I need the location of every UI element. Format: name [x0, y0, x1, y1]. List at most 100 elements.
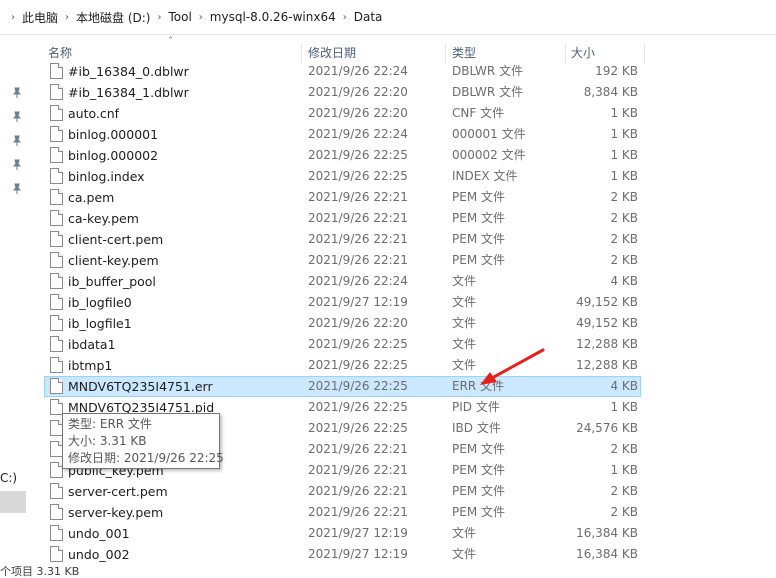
file-icon [50, 273, 63, 289]
file-size: 192 KB [595, 64, 638, 78]
tooltip-date: 修改日期: 2021/9/26 22:25 [68, 451, 224, 465]
chevron-right-icon[interactable]: › [157, 12, 161, 23]
file-type: 文件 [452, 547, 477, 561]
file-type: 文件 [452, 316, 477, 330]
table-row-selected[interactable]: MNDV6TQ235I4751.err 2021/9/26 22:25 ERR 文件… [44, 376, 641, 397]
file-size: 2 KB [610, 442, 638, 456]
file-icon [50, 357, 63, 373]
annotation-arrow [480, 348, 545, 385]
file-modified: 2021/9/26 22:25 [308, 421, 408, 435]
file-icon [50, 126, 63, 142]
file-icon [50, 525, 63, 541]
file-name: ibdata1 [68, 337, 116, 352]
file-icon [50, 168, 63, 184]
file-modified: 2021/9/26 22:21 [308, 505, 408, 519]
file-modified: 2021/9/26 22:25 [308, 400, 408, 414]
file-modified: 2021/9/26 22:20 [308, 316, 408, 330]
file-type: DBLWR 文件 [452, 85, 524, 99]
file-type: 000002 文件 [452, 148, 526, 162]
breadcrumb-local-disk-d[interactable]: 本地磁盘 (D:) [76, 9, 150, 26]
address-bar[interactable]: › 此电脑 › 本地磁盘 (D:) › Tool › mysql-8.0.26-… [0, 0, 776, 35]
file-name: client-cert.pem [68, 232, 164, 247]
file-icon [50, 546, 63, 562]
table-row[interactable]: ib_buffer_pool 2021/9/26 22:24 文件 4 KB [44, 271, 641, 292]
file-name: binlog.000001 [68, 127, 159, 142]
tooltip-type: 类型: ERR 文件 [68, 417, 152, 431]
file-size: 12,288 KB [576, 358, 638, 372]
table-row[interactable]: ca.pem 2021/9/26 22:21 PEM 文件 2 KB [44, 187, 641, 208]
file-size: 16,384 KB [576, 547, 638, 561]
file-icon [50, 210, 63, 226]
chevron-right-icon[interactable]: › [343, 12, 347, 23]
table-row[interactable]: ib_logfile0 2021/9/27 12:19 文件 49,152 KB [44, 292, 641, 313]
file-modified: 2021/9/26 22:24 [308, 127, 408, 141]
file-size: 8,384 KB [583, 85, 638, 99]
file-icon [50, 231, 63, 247]
file-icon [50, 252, 63, 268]
table-row[interactable]: ca-key.pem 2021/9/26 22:21 PEM 文件 2 KB [44, 208, 641, 229]
file-modified: 2021/9/26 22:25 [308, 148, 408, 162]
tooltip-size: 大小: 3.31 KB [68, 434, 147, 448]
table-row[interactable]: ibdata1 2021/9/26 22:25 文件 12,288 KB [44, 334, 641, 355]
chevron-right-icon[interactable]: › [199, 12, 203, 23]
table-row[interactable]: binlog.index 2021/9/26 22:25 INDEX 文件 1 KB [44, 166, 641, 187]
file-name: ibtmp1 [68, 358, 113, 373]
file-modified: 2021/9/26 22:21 [308, 253, 408, 267]
file-name: server-cert.pem [68, 484, 168, 499]
file-list[interactable]: #ib_16384_0.dblwr 2021/9/26 22:24 DBLWR 文件… [0, 60, 776, 575]
table-row[interactable]: undo_002 2021/9/27 12:19 文件 16,384 KB [44, 544, 641, 565]
file-size: 12,288 KB [576, 337, 638, 351]
file-modified: 2021/9/26 22:21 [308, 484, 408, 498]
file-type: CNF 文件 [452, 106, 505, 120]
file-size: 2 KB [610, 232, 638, 246]
file-size: 49,152 KB [576, 316, 638, 330]
table-row[interactable]: ib_logfile1 2021/9/26 22:20 文件 49,152 KB [44, 313, 641, 334]
file-type: 文件 [452, 526, 477, 540]
file-name: undo_001 [68, 526, 130, 541]
table-row[interactable]: #ib_16384_1.dblwr 2021/9/26 22:20 DBLWR 文件… [44, 82, 641, 103]
file-type: 文件 [452, 274, 477, 288]
file-type: PID 文件 [452, 400, 500, 414]
table-row[interactable]: undo_001 2021/9/27 12:19 文件 16,384 KB [44, 523, 641, 544]
breadcrumb-data[interactable]: Data [354, 10, 383, 24]
table-row[interactable]: #ib_16384_0.dblwr 2021/9/26 22:24 DBLWR 文件… [44, 61, 641, 82]
table-row[interactable]: client-cert.pem 2021/9/26 22:21 PEM 文件 2 KB [44, 229, 641, 250]
table-row[interactable]: client-key.pem 2021/9/26 22:21 PEM 文件 2 KB [44, 250, 641, 271]
breadcrumb-this-pc[interactable]: 此电脑 [22, 9, 58, 26]
file-modified: 2021/9/26 22:21 [308, 211, 408, 225]
file-size: 16,384 KB [576, 526, 638, 540]
file-modified: 2021/9/26 22:24 [308, 274, 408, 288]
file-name: ib_buffer_pool [68, 274, 156, 289]
chevron-right-icon[interactable]: › [11, 12, 15, 23]
table-row[interactable]: ibtmp1 2021/9/26 22:25 文件 12,288 KB [44, 355, 641, 376]
file-size: 1 KB [610, 169, 638, 183]
file-name: auto.cnf [68, 106, 120, 121]
file-size: 24,576 KB [576, 421, 638, 435]
file-name: binlog.000002 [68, 148, 159, 163]
table-row[interactable]: server-key.pem 2021/9/26 22:21 PEM 文件 2 KB [44, 502, 641, 523]
chevron-right-icon[interactable]: › [65, 12, 69, 23]
file-modified: 2021/9/27 12:19 [308, 526, 408, 540]
file-name: MNDV6TQ235I4751.err [68, 379, 213, 394]
table-row[interactable]: auto.cnf 2021/9/26 22:20 CNF 文件 1 KB [44, 103, 641, 124]
file-type: INDEX 文件 [452, 169, 518, 183]
file-size: 4 KB [610, 379, 638, 393]
file-modified: 2021/9/26 22:21 [308, 232, 408, 246]
file-modified: 2021/9/27 12:19 [308, 295, 408, 309]
table-row[interactable]: server-cert.pem 2021/9/26 22:21 PEM 文件 2 KB [44, 481, 641, 502]
file-size: 1 KB [610, 106, 638, 120]
file-tooltip: 类型: ERR 文件 大小: 3.31 KB 修改日期: 2021/9/26 2… [62, 413, 224, 469]
file-modified: 2021/9/26 22:21 [308, 463, 408, 477]
file-name: #ib_16384_0.dblwr [68, 64, 189, 79]
table-row[interactable]: binlog.000002 2021/9/26 22:25 000002 文件 1 K… [44, 145, 641, 166]
file-size: 1 KB [610, 127, 638, 141]
file-modified: 2021/9/26 22:25 [308, 379, 408, 393]
file-type: 000001 文件 [452, 127, 526, 141]
file-type: DBLWR 文件 [452, 64, 524, 78]
file-modified: 2021/9/26 22:21 [308, 442, 408, 456]
file-name: #ib_16384_1.dblwr [68, 85, 189, 100]
file-size: 2 KB [610, 484, 638, 498]
table-row[interactable]: binlog.000001 2021/9/26 22:24 000001 文件 1 K… [44, 124, 641, 145]
breadcrumb-tool[interactable]: Tool [168, 10, 191, 24]
breadcrumb-mysql[interactable]: mysql-8.0.26-winx64 [210, 10, 336, 24]
